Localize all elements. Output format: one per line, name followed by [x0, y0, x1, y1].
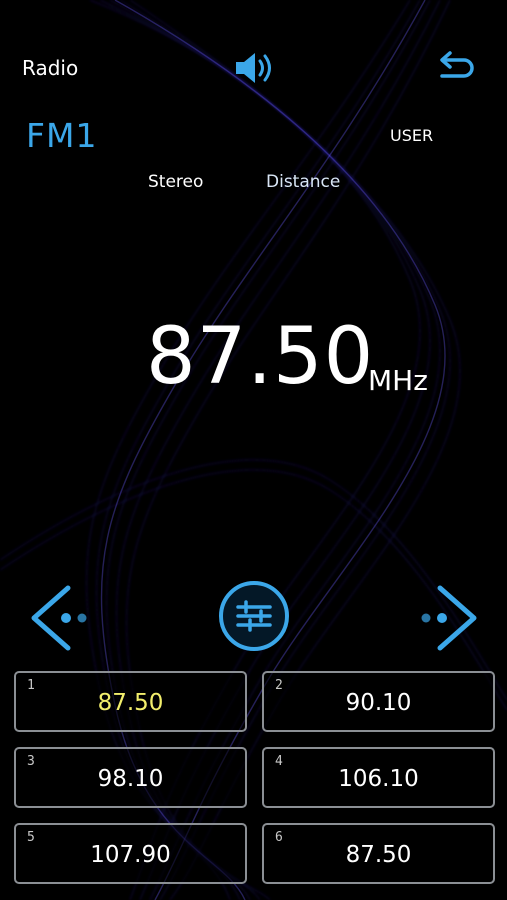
preset-frequency: 98.10: [97, 766, 164, 792]
preset-frequency: 106.10: [338, 766, 419, 792]
chevron-left-icon: [31, 585, 87, 651]
preset-button-4[interactable]: 4 106.10: [262, 747, 495, 808]
return-arrow-icon[interactable]: [436, 50, 476, 86]
preset-button-5[interactable]: 5 107.90: [14, 823, 247, 884]
preset-button-3[interactable]: 3 98.10: [14, 747, 247, 808]
preset-frequency: 107.90: [90, 842, 171, 868]
chevron-right-icon: [421, 585, 477, 651]
preset-button-1[interactable]: 1 87.50: [14, 671, 247, 732]
distance-indicator[interactable]: Distance: [266, 172, 340, 192]
frequency-unit: MHz: [368, 364, 428, 397]
preset-frequency: 90.10: [345, 690, 412, 716]
preset-frequency: 87.50: [345, 842, 412, 868]
seek-next-button[interactable]: [410, 582, 482, 654]
preset-button-2[interactable]: 2 90.10: [262, 671, 495, 732]
preset-grid: 1 87.50 2 90.10 3 98.10 4 106.10 5 107.9…: [14, 671, 495, 884]
seek-previous-button[interactable]: [26, 582, 98, 654]
band-label[interactable]: FM1: [26, 116, 97, 155]
stereo-indicator: Stereo: [148, 172, 204, 192]
settings-button[interactable]: [218, 580, 290, 652]
frequency-display: 87.50: [146, 312, 375, 402]
mode-label[interactable]: USER: [390, 126, 433, 145]
equalizer-sliders-icon: [219, 581, 289, 651]
preset-button-6[interactable]: 6 87.50: [262, 823, 495, 884]
speaker-volume-icon[interactable]: [232, 48, 276, 88]
app-title: Radio: [22, 56, 79, 80]
preset-frequency: 87.50: [97, 690, 164, 716]
